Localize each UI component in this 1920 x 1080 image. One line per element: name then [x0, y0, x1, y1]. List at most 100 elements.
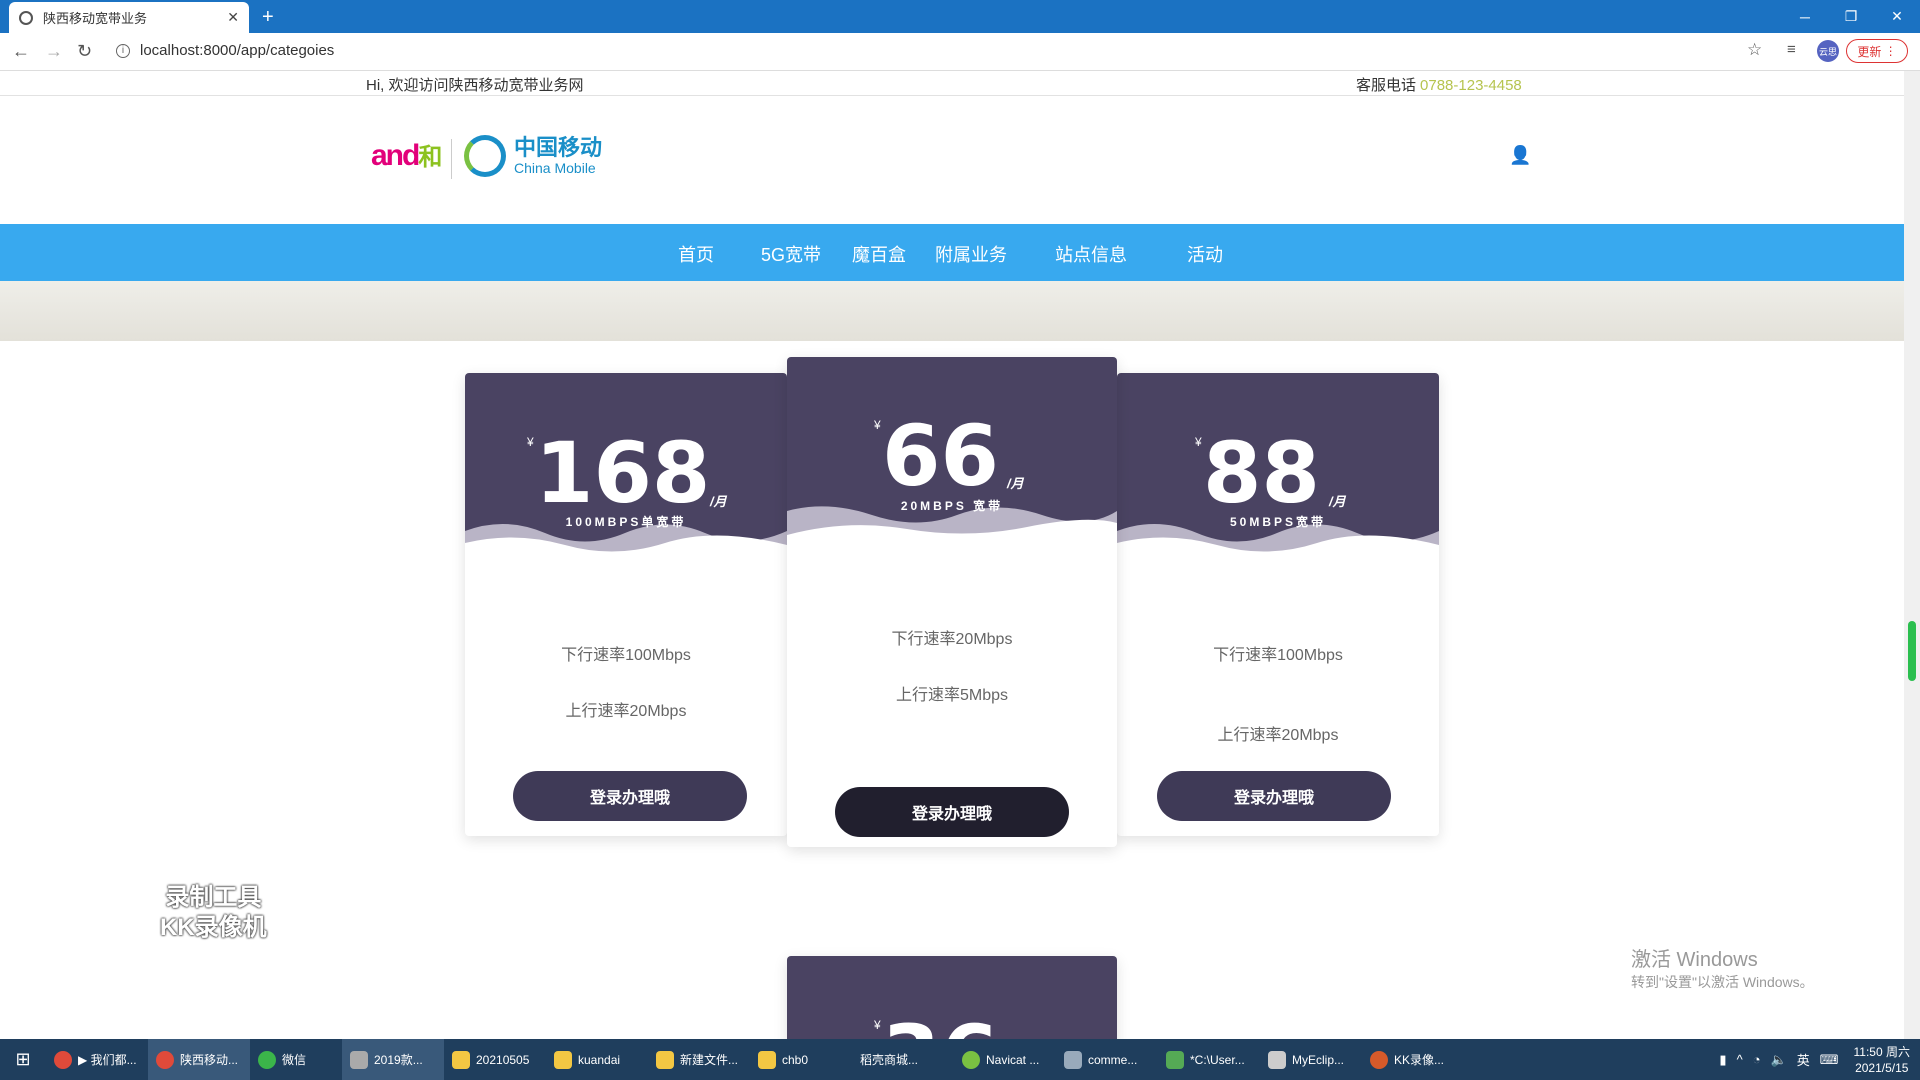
clock-time: 11:50 周六	[1853, 1044, 1910, 1059]
keyboard-icon[interactable]: ⌨	[1820, 1052, 1839, 1068]
folder-icon	[554, 1050, 572, 1069]
china-mobile-logo[interactable]: 中国移动 China Mobile	[464, 135, 602, 177]
taskbar-item[interactable]: 新建文件...	[648, 1039, 750, 1080]
apply-button[interactable]: 登录办理哦	[1157, 771, 1391, 821]
hotline-label: 客服电话	[1356, 77, 1417, 94]
url-field[interactable]: i localhost:8000/app/categoies	[116, 42, 334, 59]
taskbar-item[interactable]: 稻壳商城...	[852, 1039, 954, 1080]
taskbar-label: KK录像...	[1394, 1053, 1445, 1067]
site-header: and和 中国移动 China Mobile 👤	[0, 97, 1904, 224]
taskbar-label: 稻壳商城...	[860, 1053, 919, 1067]
close-window-icon[interactable]: ✕	[1874, 0, 1920, 33]
address-bar: ← → ↻ i localhost:8000/app/categoies ☆ ≡…	[0, 33, 1920, 71]
apply-button[interactable]: 登录办理哦	[513, 771, 747, 821]
browser-tab[interactable]: 陕西移动宽带业务 ✕	[9, 2, 249, 33]
tab-title: 陕西移动宽带业务	[43, 11, 148, 26]
bookmark-star-icon[interactable]: ☆	[1747, 40, 1762, 60]
logo-and-text: and	[371, 139, 420, 172]
taskbar-label: 陕西移动...	[180, 1053, 239, 1067]
window-controls: ─ ❐ ✕	[1782, 0, 1920, 33]
nav-home[interactable]: 首页	[678, 241, 714, 267]
main-nav: 首页 5G宽带 魔百盒 附属业务 站点信息 活动	[0, 224, 1904, 281]
chevron-up-icon[interactable]: ^	[1737, 1052, 1743, 1067]
scrollbar-thumb[interactable]	[1908, 621, 1916, 681]
new-tab-icon[interactable]: +	[262, 6, 274, 29]
taskbar-item[interactable]: 微信	[250, 1039, 342, 1080]
forward-icon[interactable]: →	[45, 41, 63, 62]
site-info-icon[interactable]: i	[116, 43, 130, 58]
taskbar-label: Navicat ...	[986, 1052, 1040, 1067]
taskbar-item[interactable]: chb0	[750, 1039, 852, 1080]
volume-icon[interactable]: 🔈	[1771, 1052, 1787, 1068]
reload-icon[interactable]: ↻	[77, 41, 92, 62]
taskbar-item[interactable]: 2019款...	[342, 1039, 444, 1080]
top-info-bar: Hi, 欢迎访问陕西移动宽带业务网 客服电话 0788-123-4458	[0, 71, 1904, 96]
and-he-logo[interactable]: and和	[371, 137, 442, 173]
profile-avatar[interactable]: 云思	[1817, 40, 1839, 62]
nav-activities[interactable]: 活动	[1187, 241, 1223, 267]
activate-line2: 转到"设置"以激活 Windows。	[1631, 974, 1814, 990]
logo-en: China Mobile	[514, 160, 596, 176]
nav-addon-services[interactable]: 附属业务	[935, 241, 1007, 267]
restore-icon[interactable]: ❐	[1828, 0, 1874, 33]
clock-date: 2021/5/15	[1855, 1060, 1909, 1075]
taskbar-item[interactable]: 20210505	[444, 1039, 546, 1080]
logo-cn: 中国移动	[514, 135, 603, 160]
plan-uplink: 上行速率20Mbps	[1217, 727, 1339, 744]
folder-icon	[758, 1050, 776, 1069]
plan-card-168: ¥ 168 /月 100MBPS单宽带 下行速率100Mbps 上行速率20Mb…	[465, 373, 787, 836]
banner-strip	[0, 281, 1904, 341]
clock[interactable]: 11:50 周六 2021/5/15	[1854, 1044, 1910, 1076]
navicat-icon	[962, 1050, 980, 1069]
plan-card-36: ¥ 36	[787, 956, 1117, 1039]
network-icon[interactable]: ◔	[1753, 1052, 1761, 1067]
plan-card-66: ¥ 66 /月 20MBPS 宽带 下行速率20Mbps 上行速率5Mbps 登…	[787, 357, 1117, 847]
recorder-line1: 录制工具	[165, 884, 262, 911]
user-icon[interactable]: 👤	[1509, 145, 1531, 166]
nav-magic-box[interactable]: 魔百盒	[852, 241, 906, 267]
china-mobile-icon	[464, 135, 506, 177]
minimize-icon[interactable]: ─	[1782, 0, 1828, 33]
plan-downlink: 下行速率100Mbps	[561, 647, 691, 664]
page-scrollbar[interactable]	[1904, 71, 1920, 1039]
chrome-icon	[54, 1050, 72, 1069]
taskbar-item[interactable]: MyEclip...	[1260, 1039, 1362, 1080]
plan-card-88: ¥ 88 /月 50MBPS宽带 下行速率100Mbps 上行速率20Mbps …	[1117, 373, 1439, 836]
nav-5g-broadband[interactable]: 5G宽带	[761, 241, 821, 267]
app-icon	[1064, 1050, 1082, 1069]
ime-indicator[interactable]: 英	[1797, 1050, 1810, 1069]
taskbar-item[interactable]: comme...	[1056, 1039, 1158, 1080]
page-viewport: Hi, 欢迎访问陕西移动宽带业务网 客服电话 0788-123-4458 and和…	[0, 71, 1904, 1039]
windows-start-icon[interactable]: ⊞	[0, 1039, 46, 1080]
reading-list-icon[interactable]: ≡	[1787, 41, 1796, 58]
activate-windows-notice: 激活 Windows 转到"设置"以激活 Windows。	[1631, 943, 1814, 992]
taskbar-label: 微信	[282, 1053, 307, 1067]
taskbar-item[interactable]: Navicat ...	[954, 1039, 1056, 1080]
taskbar-item[interactable]: 陕西移动...	[148, 1039, 250, 1080]
hotline-number: 0788-123-4458	[1420, 77, 1522, 94]
taskbar-label: 20210505	[476, 1052, 530, 1067]
price-unit: /月	[710, 494, 727, 509]
battery-icon[interactable]: ▮	[1719, 1052, 1726, 1068]
url-text: localhost:8000/app/categoies	[140, 42, 335, 59]
taskbar-item[interactable]: ▶ 我们都...	[46, 1039, 148, 1080]
nav-site-info[interactable]: 站点信息	[1055, 241, 1127, 267]
taskbar-item[interactable]: KK录像...	[1362, 1039, 1464, 1080]
notepad-icon	[1166, 1050, 1184, 1069]
folder-icon	[656, 1050, 674, 1069]
close-tab-icon[interactable]: ✕	[227, 9, 239, 26]
windows-taskbar: ⊞ ▶ 我们都... 陕西移动... 微信 2019款... 20210505 …	[0, 1039, 1920, 1080]
plan-uplink: 上行速率20Mbps	[565, 703, 687, 720]
logo-divider	[451, 139, 452, 179]
taskbar-item[interactable]: *C:\User...	[1158, 1039, 1260, 1080]
taskbar-item[interactable]: kuandai	[546, 1039, 648, 1080]
currency-symbol: ¥	[527, 435, 534, 449]
back-icon[interactable]: ←	[12, 41, 30, 62]
plan-price: 88	[1203, 424, 1320, 522]
apply-button[interactable]: 登录办理哦	[835, 787, 1069, 837]
site-favicon-icon	[19, 10, 33, 25]
taskbar-label: comme...	[1088, 1052, 1138, 1067]
plan-price: 36	[882, 1014, 999, 1039]
update-button[interactable]: 更新 ⋮	[1846, 39, 1908, 63]
plan-downlink: 下行速率20Mbps	[891, 631, 1013, 648]
